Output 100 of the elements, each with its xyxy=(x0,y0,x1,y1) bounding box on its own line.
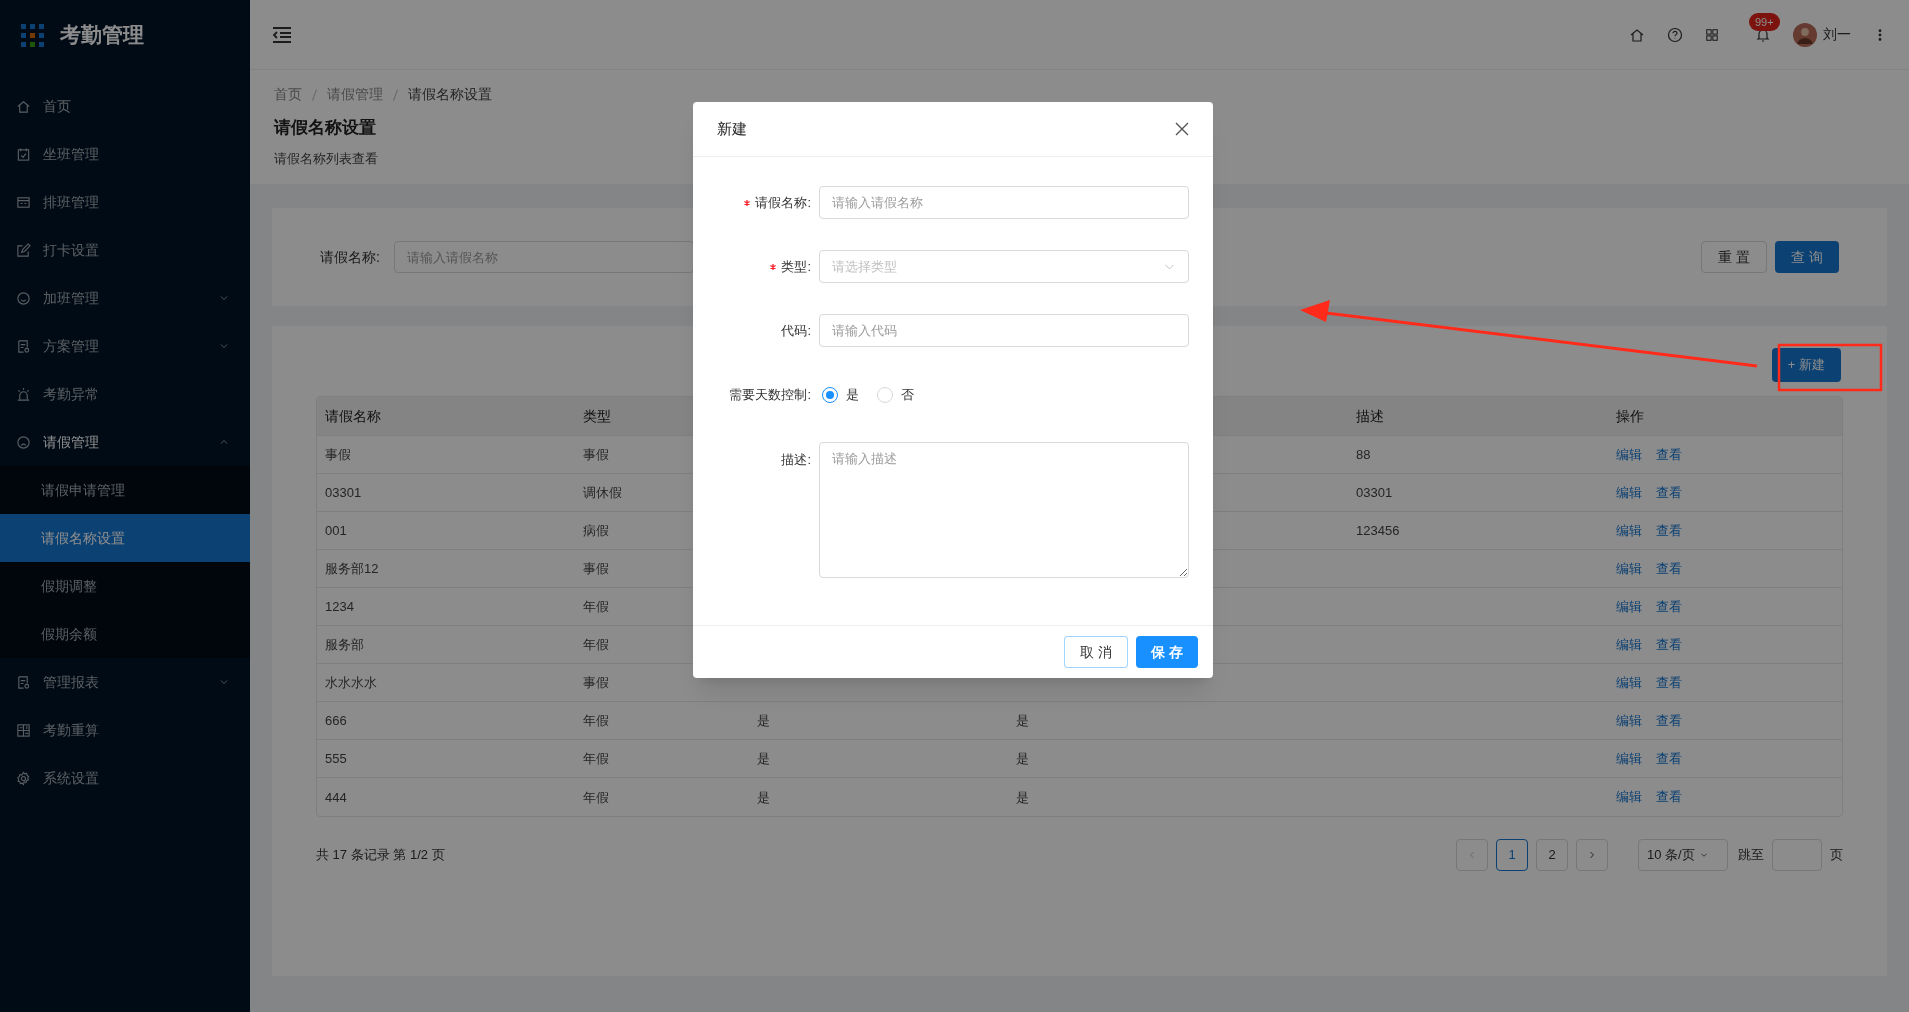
sidebar-item[interactable]: 考勤重算 xyxy=(0,706,250,754)
menu-fold-icon[interactable] xyxy=(272,26,292,43)
edit-icon xyxy=(16,242,31,258)
sidebar-item[interactable]: 考勤异常 xyxy=(0,370,250,418)
submenu-item[interactable]: 假期调整 xyxy=(0,562,250,610)
sidebar-item[interactable]: 管理报表 xyxy=(0,658,250,706)
sidebar-item[interactable]: 坐班管理 xyxy=(0,130,250,178)
sidebar-item[interactable]: 系统设置 xyxy=(0,754,250,802)
page-subtitle: 请假名称列表查看 xyxy=(274,149,378,168)
field-label: 类型: xyxy=(781,258,811,274)
new-button[interactable]: + 新建 xyxy=(1771,348,1841,382)
page-unit: 页 xyxy=(1830,846,1843,865)
view-link[interactable]: 查看 xyxy=(1656,482,1682,503)
page-size-select[interactable]: 10 条/页 xyxy=(1638,839,1728,871)
frown-icon xyxy=(16,434,31,450)
table-cell: 是 xyxy=(757,751,770,766)
edit-link[interactable]: 编辑 xyxy=(1616,710,1642,731)
table-cell: 是 xyxy=(757,789,770,805)
table-cell: 年假 xyxy=(583,789,609,805)
sidebar-item[interactable]: 打卡设置 xyxy=(0,226,250,274)
radio-option[interactable]: 是 xyxy=(822,384,859,405)
view-link[interactable]: 查看 xyxy=(1656,672,1682,693)
close-icon[interactable] xyxy=(1175,122,1189,136)
table-cell: 事假 xyxy=(583,561,609,576)
table-cell: 调休假 xyxy=(583,485,622,500)
column-header: 操作 xyxy=(1616,407,1644,424)
submenu-item[interactable]: 假期余额 xyxy=(0,610,250,658)
table-cell: 是 xyxy=(1016,789,1029,805)
edit-link[interactable]: 编辑 xyxy=(1616,672,1642,693)
edit-link[interactable]: 编辑 xyxy=(1616,444,1642,465)
sidebar-item[interactable]: 方案管理 xyxy=(0,322,250,370)
table-cell: 年假 xyxy=(583,637,609,652)
edit-link[interactable]: 编辑 xyxy=(1616,558,1642,579)
table-cell: 444 xyxy=(325,789,347,805)
input-field[interactable]: 请输入代码 xyxy=(819,314,1189,347)
sidebar-item[interactable]: 排班管理 xyxy=(0,178,250,226)
table-cell: 是 xyxy=(1016,713,1029,728)
table-cell: 水水水水 xyxy=(325,675,377,690)
input-field[interactable]: 请输入请假名称 xyxy=(819,186,1189,219)
query-button[interactable]: 查 询 xyxy=(1775,241,1839,273)
table-cell: 666 xyxy=(325,713,347,728)
field-label: 请假名称: xyxy=(755,194,811,210)
document-icon xyxy=(16,674,31,690)
textarea-field[interactable]: 请输入描述 xyxy=(819,442,1189,578)
cancel-button[interactable]: 取 消 xyxy=(1064,636,1129,668)
edit-link[interactable]: 编辑 xyxy=(1616,482,1642,503)
view-link[interactable]: 查看 xyxy=(1656,634,1682,655)
view-link[interactable]: 查看 xyxy=(1656,520,1682,541)
edit-link[interactable]: 编辑 xyxy=(1616,748,1642,769)
table-cell: 是 xyxy=(757,713,770,728)
table-cell: 555 xyxy=(325,751,347,766)
avatar[interactable] xyxy=(1793,22,1817,47)
submenu-item[interactable]: 请假申请管理 xyxy=(0,466,250,514)
view-link[interactable]: 查看 xyxy=(1656,444,1682,465)
field-label: 需要天数控制: xyxy=(729,386,811,402)
breadcrumb-link[interactable]: 请假管理 xyxy=(327,84,383,105)
home-icon xyxy=(16,98,31,114)
edit-link[interactable]: 编辑 xyxy=(1616,634,1642,655)
calendar-check-icon xyxy=(16,146,31,162)
settings-icon xyxy=(16,770,31,786)
view-link[interactable]: 查看 xyxy=(1656,748,1682,769)
edit-link[interactable]: 编辑 xyxy=(1616,787,1642,807)
record-summary: 共 17 条记录 第 1/2 页 xyxy=(316,846,445,865)
notification-badge: 99+ xyxy=(1749,12,1780,31)
grid-icon[interactable] xyxy=(1705,27,1719,42)
table-cell: 事假 xyxy=(325,447,351,462)
sidebar-item[interactable]: 首页 xyxy=(0,82,250,130)
view-link[interactable]: 查看 xyxy=(1656,710,1682,731)
alarm-icon xyxy=(16,386,31,402)
table-cell: 1234 xyxy=(325,599,354,614)
field-label: 代码: xyxy=(781,322,811,338)
save-button[interactable]: 保 存 xyxy=(1136,636,1198,668)
page-button[interactable]: 2 xyxy=(1536,839,1568,871)
field-label: 描述: xyxy=(781,452,811,467)
apps-logo-icon xyxy=(20,23,44,47)
table-cell: 事假 xyxy=(583,447,609,462)
column-header: 请假名称 xyxy=(325,407,381,424)
submenu-item[interactable]: 请假名称设置 xyxy=(0,514,250,562)
column-header: 描述 xyxy=(1356,407,1384,424)
calculator-icon xyxy=(16,722,31,738)
sidebar-item[interactable]: 加班管理 xyxy=(0,274,250,322)
page-button[interactable]: 1 xyxy=(1496,839,1528,871)
jump-label: 跳至 xyxy=(1738,846,1764,865)
radio-option[interactable]: 否 xyxy=(877,384,914,405)
reset-button[interactable]: 重 置 xyxy=(1701,241,1768,273)
smile-icon xyxy=(16,290,31,306)
document-icon xyxy=(16,338,31,354)
view-link[interactable]: 查看 xyxy=(1656,558,1682,579)
view-link[interactable]: 查看 xyxy=(1656,787,1682,807)
edit-link[interactable]: 编辑 xyxy=(1616,520,1642,541)
sidebar-item[interactable]: 请假管理 xyxy=(0,418,250,466)
table-cell: 年假 xyxy=(583,751,609,766)
edit-link[interactable]: 编辑 xyxy=(1616,596,1642,617)
breadcrumb-link[interactable]: 首页 xyxy=(274,84,302,105)
app-title: 考勤管理 xyxy=(60,22,144,49)
help-icon[interactable] xyxy=(1667,26,1683,43)
view-link[interactable]: 查看 xyxy=(1656,596,1682,617)
user-name[interactable]: 刘一 xyxy=(1823,24,1851,45)
select-field[interactable]: 请选择类型 xyxy=(819,250,1189,283)
calendar-icon xyxy=(16,194,31,210)
